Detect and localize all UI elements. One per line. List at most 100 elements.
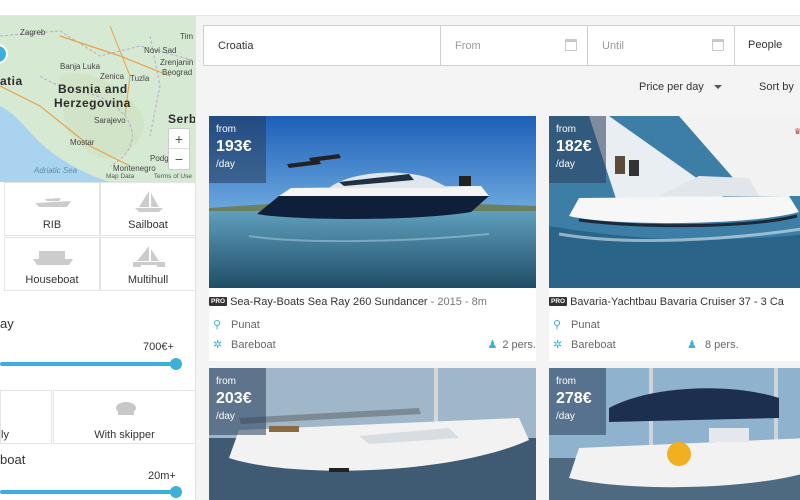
listing-name: Bavaria-Yachtbau Bavaria Cruiser 37 - 3 … <box>570 296 784 308</box>
listing-photo[interactable]: ♛ from 182€ /day <box>549 116 800 288</box>
price-amount: 182€ <box>556 138 592 155</box>
listing-name: Sea-Ray-Boats Sea Ray 260 Sundancer <box>230 296 428 308</box>
destination-input[interactable] <box>204 26 440 65</box>
sailboat-icon <box>135 191 163 212</box>
destination-field[interactable] <box>204 26 441 65</box>
price-amount: 193€ <box>216 138 252 155</box>
listing-location: ⚲ Punat <box>553 318 600 331</box>
pro-badge: PRO <box>209 297 228 306</box>
sort-by-dropdown[interactable]: Sort by <box>759 81 794 93</box>
listing-photo[interactable]: from 278€ /day <box>549 368 800 500</box>
map-label-country: Serb <box>168 112 196 126</box>
price-slider-handle[interactable] <box>170 358 182 370</box>
people-label: People <box>748 39 783 51</box>
map-terms-link[interactable]: Terms of Use <box>154 173 192 180</box>
listing-card[interactable]: ♛ from 182€ /day PRO Bavaria-Yachtbau Bav… <box>549 116 800 361</box>
until-date-field[interactable] <box>588 26 735 65</box>
price-per-label: /day <box>556 159 575 170</box>
map-label-country: atia <box>0 74 23 88</box>
location-pin-icon: ⚲ <box>213 319 222 331</box>
map-label-city: Zenica <box>100 72 125 81</box>
mode-with-skipper[interactable]: With skipper <box>53 390 195 444</box>
mode-bareboat[interactable]: ly <box>0 390 52 444</box>
price-amount: 203€ <box>216 390 252 407</box>
map-label-city: Zagreb <box>20 28 46 37</box>
map-label-region-2: Herzegovina <box>54 96 131 110</box>
listing-capacity: ♟ 8 pers. <box>687 338 739 351</box>
from-date-field[interactable] <box>441 26 588 65</box>
skipper-icon <box>116 402 136 415</box>
price-tag: from 203€ /day <box>209 368 266 435</box>
zoom-out-button[interactable]: − <box>169 149 189 169</box>
map-label-sea: Adriatic Sea <box>34 166 78 175</box>
price-from-label: from <box>556 376 576 387</box>
price-per-day-label: Price per day <box>639 81 704 93</box>
people-field[interactable]: People <box>735 26 800 65</box>
boat-type-label: Sailboat <box>128 219 168 231</box>
boat-type-sailboat[interactable]: Sailboat <box>100 182 195 236</box>
calendar-icon <box>712 39 724 51</box>
listing-card[interactable]: from 278€ /day <box>549 368 800 500</box>
price-per-label: /day <box>556 411 575 422</box>
mode-label: Bareboat <box>231 339 276 351</box>
listing-mode: ✲ Bareboat <box>553 338 616 351</box>
price-amount: 278€ <box>556 390 592 407</box>
location-pin-icon: ⚲ <box>553 319 562 331</box>
boat-type-houseboat[interactable]: Houseboat <box>4 237 100 291</box>
price-tag: from 278€ /day <box>549 368 606 435</box>
capacity-label: 2 pers. <box>502 339 536 351</box>
map-label-city: Tuzla <box>130 74 150 83</box>
sort-bar: Price per day Sort by <box>200 76 800 98</box>
rib-icon <box>35 198 71 207</box>
listing-capacity: ♟ 2 pers. <box>487 338 536 351</box>
mode-label: ly <box>1 429 9 441</box>
map-label-city: Beograd <box>162 68 193 77</box>
listing-mode: ✲ Bareboat <box>213 338 276 351</box>
map-label-city: Tim <box>180 32 194 41</box>
multihull-icon <box>133 246 165 267</box>
length-slider-handle[interactable] <box>170 486 182 498</box>
pro-badge: PRO <box>549 297 568 306</box>
listing-card[interactable]: from 203€ /day <box>209 368 536 500</box>
mode-label: With skipper <box>94 429 155 441</box>
people-icon: ♟ <box>687 339 697 351</box>
chevron-down-icon <box>713 85 722 90</box>
boat-type-label: Houseboat <box>25 274 79 286</box>
price-max-label: 700€+ <box>143 341 174 353</box>
price-slider-track[interactable] <box>0 362 178 366</box>
zoom-controls: + − <box>168 128 190 170</box>
price-tag: from 193€ /day <box>209 116 266 183</box>
map-label-city: Sarajevo <box>94 116 126 125</box>
map[interactable]: atia Bosnia and Herzegovina Zagreb Novi … <box>0 16 196 182</box>
listing-location: ⚲ Punat <box>213 318 260 331</box>
location-label: Punat <box>231 319 260 331</box>
price-per-label: /day <box>216 159 235 170</box>
boat-type-label: Multihull <box>127 274 169 286</box>
location-label: Punat <box>571 319 600 331</box>
top-bar <box>0 0 800 16</box>
price-from-label: from <box>556 124 576 135</box>
mode-label: Bareboat <box>571 339 616 351</box>
listing-card[interactable]: from 193€ /day PRO Sea-Ray-Boats Sea Ray … <box>209 116 536 361</box>
svg-text:♛: ♛ <box>794 127 800 136</box>
price-from-label: from <box>216 124 236 135</box>
search-bar: People <box>203 25 800 66</box>
price-filter-title: ay <box>0 316 14 331</box>
price-per-label: /day <box>216 411 235 422</box>
listing-photo[interactable]: from 203€ /day <box>209 368 536 500</box>
people-icon: ♟ <box>487 339 498 351</box>
price-per-day-dropdown[interactable]: Price per day <box>639 81 722 93</box>
listing-photo[interactable]: from 193€ /day <box>209 116 536 288</box>
calendar-icon <box>565 39 577 51</box>
length-max-label: 20m+ <box>148 470 176 482</box>
length-slider-track[interactable] <box>0 490 178 494</box>
helm-icon: ✲ <box>213 339 223 351</box>
filters-sidebar: atia Bosnia and Herzegovina Zagreb Novi … <box>0 16 196 500</box>
listing-title[interactable]: PRO Bavaria-Yachtbau Bavaria Cruiser 37 -… <box>549 296 800 308</box>
zoom-in-button[interactable]: + <box>169 129 189 149</box>
listing-title[interactable]: PRO Sea-Ray-Boats Sea Ray 260 Sundancer -… <box>209 296 539 308</box>
boat-type-label: RIB <box>42 219 62 231</box>
map-credit: Map Data <box>106 173 135 180</box>
boat-type-multihull[interactable]: Multihull <box>100 237 195 291</box>
boat-type-rib[interactable]: RIB <box>4 182 100 236</box>
